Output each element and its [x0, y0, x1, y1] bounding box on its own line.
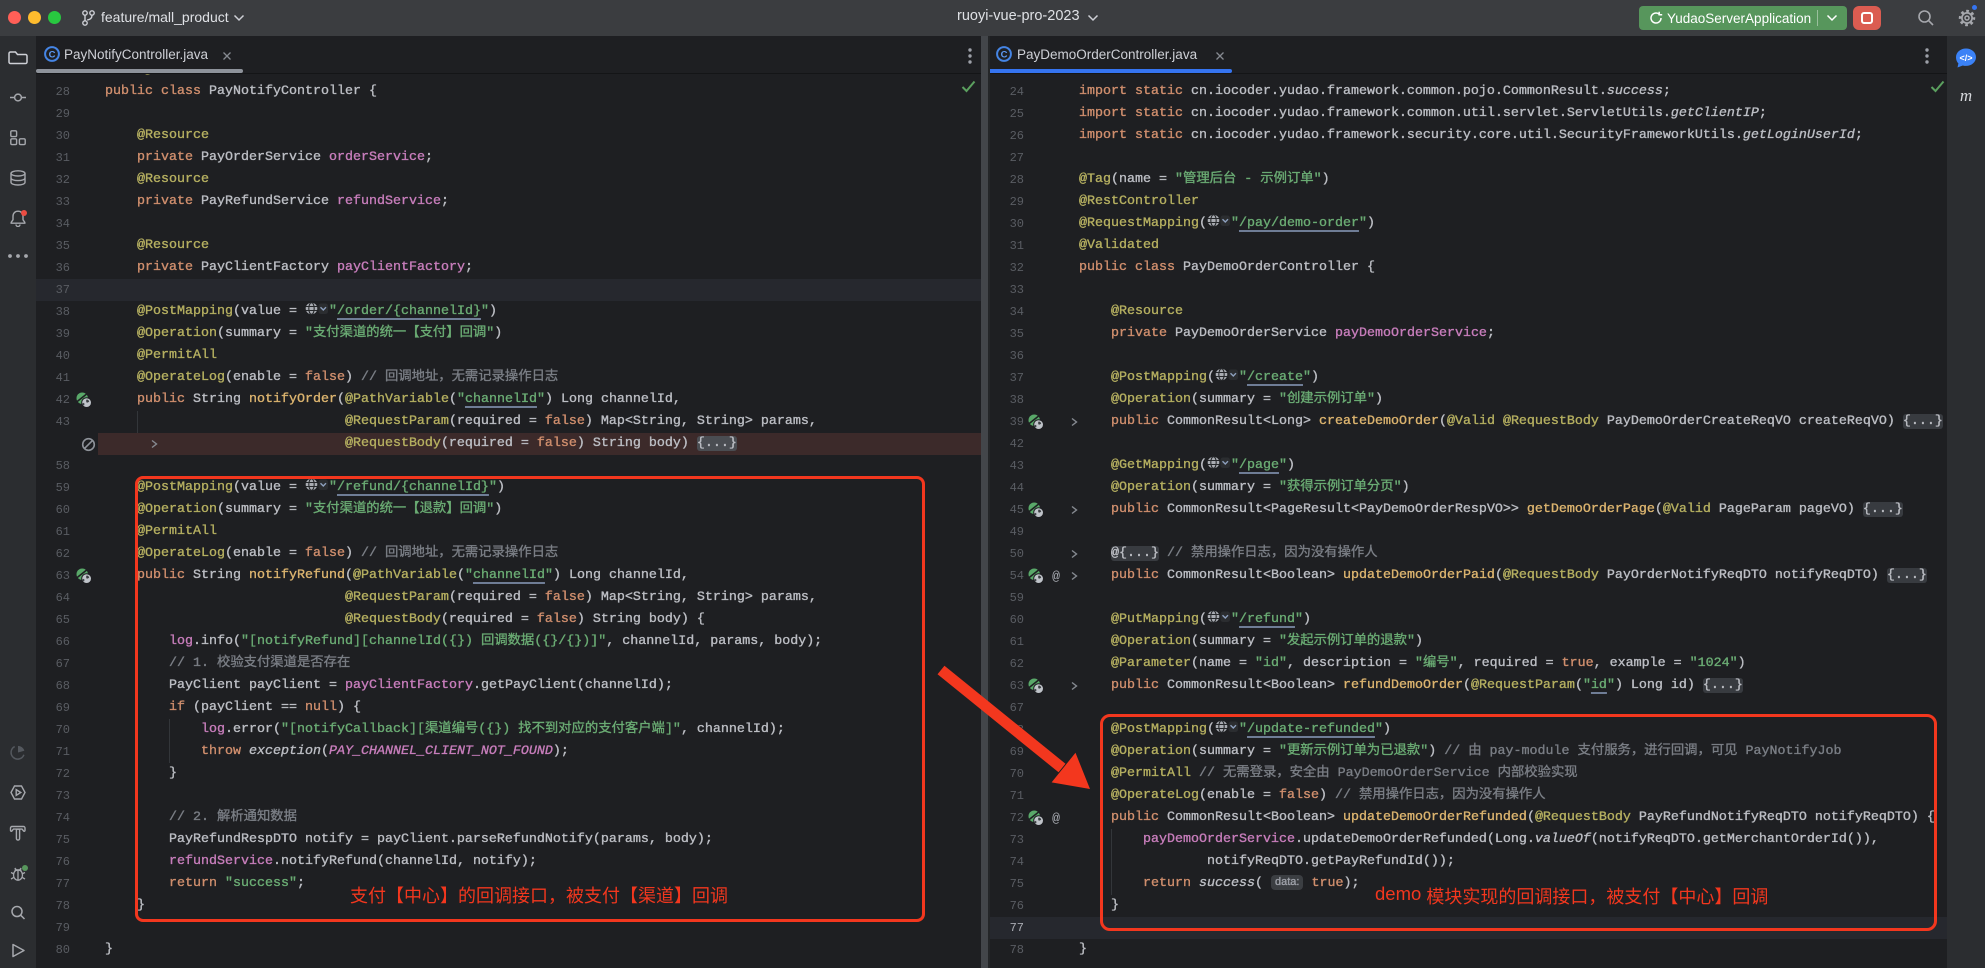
- svg-text:</>: </>: [1959, 53, 1972, 63]
- svg-text:C: C: [1001, 50, 1008, 61]
- svg-text:C: C: [49, 50, 56, 61]
